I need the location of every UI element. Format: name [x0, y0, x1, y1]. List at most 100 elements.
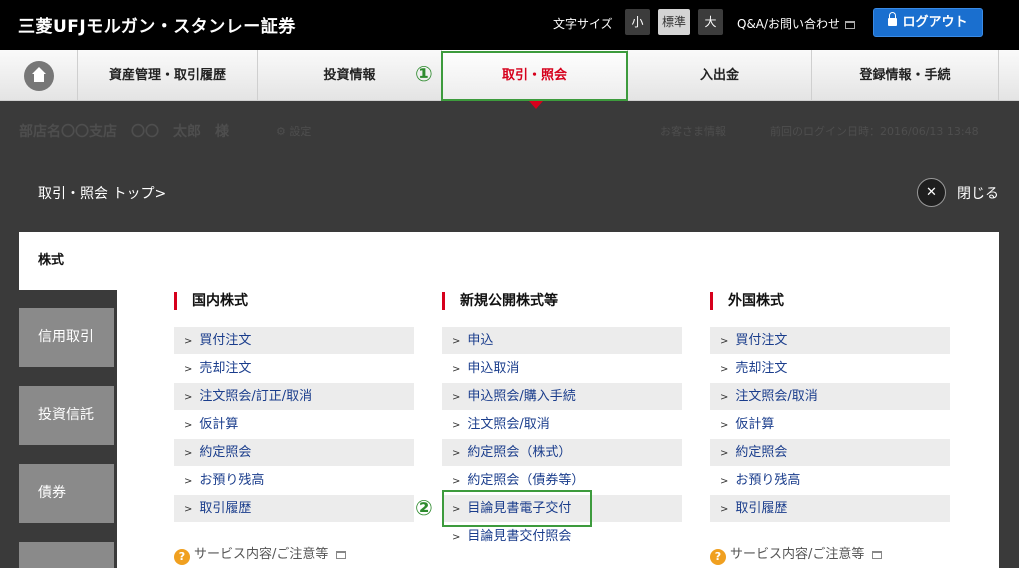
menu-link-label: 目論見書交付照会 [467, 529, 572, 544]
settings-label: 設定 [289, 125, 312, 138]
last-login: 前回のログイン日時：2016/06/13 13:48 [770, 125, 979, 138]
highlight-box-2 [442, 490, 592, 527]
chevron-right-icon: > [184, 476, 193, 487]
menu-link-label: 注文照会/訂正/取消 [199, 389, 313, 404]
service-notes-link[interactable]: ? サービス内容/ご注意等 [174, 543, 347, 565]
menu-link-label: 取引履歴 [735, 501, 788, 516]
chevron-right-icon: > [720, 336, 729, 347]
service-notes-label: サービス内容/ご注意等 [730, 547, 865, 562]
chevron-right-icon: > [452, 476, 461, 487]
menu-link-label: 約定照会（株式） [467, 445, 572, 460]
menu-link[interactable]: > お預り残高 [174, 467, 414, 494]
menu-link[interactable]: > 買付注文 [710, 327, 950, 354]
nav-deposit-withdrawal[interactable]: 入出金 [628, 50, 812, 101]
qa-contact-label: Q&A/お問い合わせ [737, 17, 841, 31]
menu-link-label: お預り残高 [735, 473, 801, 488]
chevron-right-icon: > [452, 336, 461, 347]
side-tab-funds[interactable]: 投資信託 [19, 386, 114, 445]
qa-contact-link[interactable]: Q&A/お問い合わせ [737, 15, 856, 32]
menu-link[interactable]: > 取引履歴 [174, 495, 414, 522]
chevron-right-icon: > [452, 364, 461, 375]
menu-link-label: 約定照会（債券等） [467, 473, 585, 488]
menu-link-label: 注文照会/取消 [735, 389, 818, 404]
menu-link-label: 申込取消 [467, 361, 520, 376]
chevron-right-icon: > [452, 392, 461, 403]
menu-link-label: 約定照会 [199, 445, 252, 460]
menu-link[interactable]: > 注文照会/訂正/取消 [174, 383, 414, 410]
step-marker-1: ① [415, 62, 433, 86]
new-window-icon [336, 550, 347, 559]
menu-link[interactable]: > 約定照会（株式） [442, 439, 682, 466]
chevron-right-icon: > [720, 448, 729, 459]
menu-link[interactable]: > 申込照会/購入手続 [442, 383, 682, 410]
menu-link[interactable]: > 目論見書交付照会 [442, 523, 682, 550]
chevron-right-icon: > [720, 504, 729, 515]
menu-link-label: 申込 [467, 333, 494, 348]
menu-link-label: お預り残高 [199, 473, 265, 488]
side-tab-more[interactable] [19, 542, 114, 568]
new-window-icon [845, 20, 856, 29]
chevron-right-icon: > [720, 392, 729, 403]
chevron-right-icon: > [184, 364, 193, 375]
font-size-standard-button[interactable]: 標準 [658, 9, 690, 35]
menu-link[interactable]: > 注文照会/取消 [710, 383, 950, 410]
menu-link[interactable]: > 申込 [442, 327, 682, 354]
chevron-right-icon: > [720, 364, 729, 375]
lock-icon [888, 12, 898, 26]
menu-link[interactable]: > 仮計算 [710, 411, 950, 438]
customer-info-button: お客さま情報 [660, 125, 726, 138]
menu-link-label: 取引履歴 [199, 501, 252, 516]
menu-link[interactable]: > お預り残高 [710, 467, 950, 494]
menu-link[interactable]: > 約定照会 [710, 439, 950, 466]
chevron-right-icon: > [720, 420, 729, 431]
branch-user-name: 部店名〇〇支店 〇〇 太郎 様 [19, 124, 229, 140]
menu-link[interactable]: > 仮計算 [174, 411, 414, 438]
service-notes-label: サービス内容/ご注意等 [194, 547, 329, 562]
menu-link-label: 売却注文 [199, 361, 252, 376]
nav-registration[interactable]: 登録情報・手続 [812, 50, 999, 101]
logout-button[interactable]: ログアウト [873, 8, 983, 37]
logout-label: ログアウト [902, 15, 968, 30]
chevron-right-icon: > [452, 448, 461, 459]
chevron-right-icon: > [184, 336, 193, 347]
step-marker-2: ② [415, 496, 433, 520]
chevron-right-icon: > [184, 420, 193, 431]
font-size-small-button[interactable]: 小 [625, 9, 650, 35]
menu-link[interactable]: > 約定照会 [174, 439, 414, 466]
nav-asset-management[interactable]: 資産管理・取引履歴 [78, 50, 258, 101]
highlight-box-1 [441, 51, 628, 101]
close-label[interactable]: 閉じる [957, 183, 999, 203]
chevron-right-icon: > [720, 476, 729, 487]
menu-link-label: 仮計算 [735, 417, 775, 432]
menu-link[interactable]: > 申込取消 [442, 355, 682, 382]
breadcrumb[interactable]: 取引・照会 トップ> [38, 183, 166, 203]
menu-link[interactable]: > 売却注文 [174, 355, 414, 382]
menu-link[interactable]: > 取引履歴 [710, 495, 950, 522]
settings-link: ⚙ 設定 [276, 123, 311, 139]
section-heading-foreign: 外国株式 [710, 292, 784, 310]
home-button[interactable] [0, 50, 78, 101]
gear-icon: ⚙ [276, 125, 290, 138]
menu-link[interactable]: > 買付注文 [174, 327, 414, 354]
chevron-right-icon: > [184, 448, 193, 459]
side-tab-margin[interactable]: 信用取引 [19, 308, 114, 367]
chevron-right-icon: > [452, 420, 461, 431]
question-icon: ? [174, 549, 190, 565]
menu-link[interactable]: > 注文照会/取消 [442, 411, 682, 438]
side-tab-bonds[interactable]: 債券 [19, 464, 114, 523]
chevron-right-icon: > [184, 504, 193, 515]
home-icon [24, 61, 54, 91]
menu-link-label: 約定照会 [735, 445, 788, 460]
top-bar: 三菱UFJモルガン・スタンレー証券 文字サイズ 小 標準 大 Q&A/お問い合わ… [0, 0, 1019, 50]
section-heading-ipo: 新規公開株式等 [442, 292, 558, 310]
menu-link-label: 買付注文 [199, 333, 252, 348]
menu-link-label: 売却注文 [735, 361, 788, 376]
menu-link-label: 仮計算 [199, 417, 239, 432]
close-icon[interactable]: ✕ [917, 178, 946, 207]
service-notes-link[interactable]: ? サービス内容/ご注意等 [710, 543, 883, 565]
menu-link[interactable]: > 売却注文 [710, 355, 950, 382]
brand-logo[interactable]: 三菱UFJモルガン・スタンレー証券 [18, 12, 296, 37]
new-window-icon [872, 550, 883, 559]
font-size-large-button[interactable]: 大 [698, 9, 723, 35]
side-tab-stocks[interactable]: 株式 [19, 232, 118, 290]
